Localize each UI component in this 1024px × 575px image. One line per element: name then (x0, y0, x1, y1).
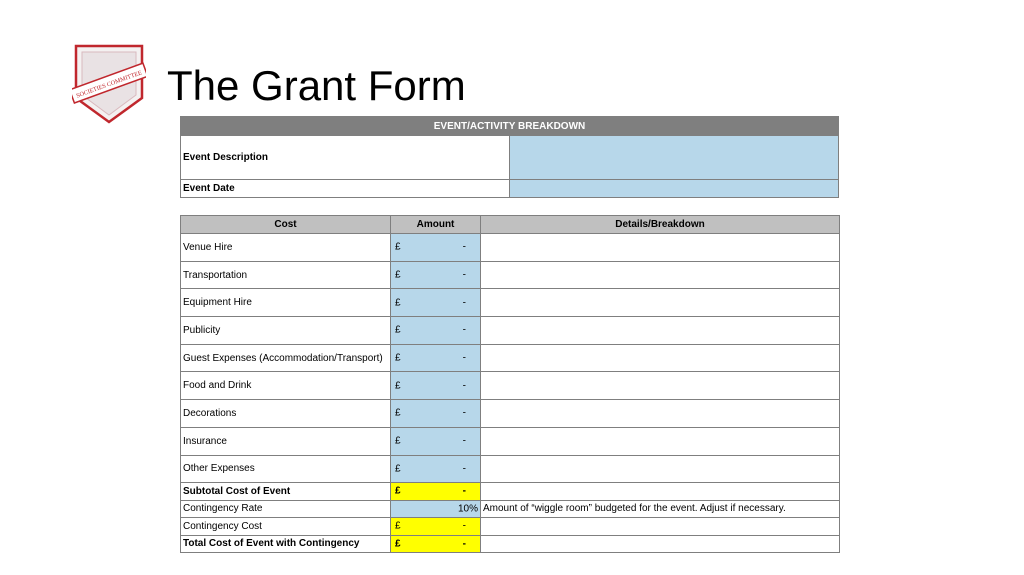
contingency-rate-note: Amount of “wiggle room” budgeted for the… (480, 499, 840, 519)
table-row: Insurance £ - (180, 426, 840, 456)
cost-label: Decorations (180, 399, 391, 428)
currency-symbol: £ (395, 407, 401, 419)
subtotal-amount: £ - (390, 482, 481, 501)
column-header-details: Details/Breakdown (480, 215, 840, 234)
amount-field[interactable]: £ - (390, 260, 481, 290)
details-field[interactable] (480, 343, 840, 373)
amount-field[interactable]: £ - (390, 454, 481, 484)
amount-value: - (462, 324, 466, 336)
amount-value: - (462, 380, 466, 392)
details-field[interactable] (480, 260, 840, 290)
total-label: Total Cost of Event with Contingency (180, 534, 391, 554)
event-description-label: Event Description (180, 135, 510, 180)
currency-symbol: £ (395, 520, 401, 532)
amount-value: - (462, 485, 466, 497)
currency-symbol: £ (395, 269, 401, 281)
amount-value: - (462, 269, 466, 281)
amount-field[interactable]: £ - (390, 316, 481, 345)
event-description-field[interactable] (509, 135, 839, 180)
amount-value: - (462, 435, 466, 447)
currency-symbol: £ (395, 435, 401, 447)
currency-symbol: £ (395, 352, 401, 364)
amount-value: - (462, 352, 466, 364)
event-table-header: EVENT/ACTIVITY BREAKDOWN (180, 116, 839, 136)
contingency-rate-field[interactable]: 10% (390, 499, 481, 519)
amount-field[interactable]: £ - (390, 288, 481, 318)
contingency-cost-label: Contingency Cost (180, 517, 391, 536)
cost-label: Transportation (180, 260, 391, 290)
contingency-rate-row: Contingency Rate 10% Amount of “wiggle r… (180, 499, 840, 519)
amount-field[interactable]: £ - (390, 343, 481, 373)
event-date-field[interactable] (509, 179, 839, 198)
cost-label: Venue Hire (180, 233, 391, 262)
details-field[interactable] (480, 233, 840, 262)
currency-symbol: £ (395, 538, 401, 550)
table-row: Food and Drink £ - (180, 371, 840, 401)
subtotal-label: Subtotal Cost of Event (180, 482, 391, 501)
table-row: Transportation £ - (180, 260, 840, 290)
amount-field[interactable]: £ - (390, 371, 481, 401)
details-field[interactable] (480, 371, 840, 401)
currency-symbol: £ (395, 297, 401, 309)
event-date-label: Event Date (180, 179, 510, 198)
cost-label: Other Expenses (180, 454, 391, 484)
currency-symbol: £ (395, 380, 401, 392)
subtotal-row: Subtotal Cost of Event £ - (180, 482, 840, 501)
details-field[interactable] (480, 426, 840, 456)
cost-label: Insurance (180, 426, 391, 456)
currency-symbol: £ (395, 324, 401, 336)
amount-value: - (462, 538, 466, 550)
amount-field[interactable]: £ - (390, 426, 481, 456)
cost-table: Cost Amount Details/Breakdown Venue Hire… (180, 215, 840, 554)
table-row: Venue Hire £ - (180, 233, 840, 262)
details-field (480, 482, 840, 501)
contingency-cost-amount: £ - (390, 517, 481, 536)
table-row: Equipment Hire £ - (180, 288, 840, 318)
contingency-rate-value: 10% (457, 503, 478, 515)
amount-value: - (462, 520, 466, 532)
amount-field[interactable]: £ - (390, 233, 481, 262)
column-header-amount: Amount (390, 215, 481, 234)
contingency-cost-row: Contingency Cost £ - (180, 517, 840, 536)
details-field[interactable] (480, 454, 840, 484)
cost-label: Guest Expenses (Accommodation/Transport) (180, 343, 391, 373)
currency-symbol: £ (395, 241, 401, 253)
table-row: Other Expenses £ - (180, 454, 840, 484)
cost-label: Equipment Hire (180, 288, 391, 318)
event-breakdown-table: EVENT/ACTIVITY BREAKDOWN Event Descripti… (180, 116, 839, 198)
currency-symbol: £ (395, 463, 401, 475)
contingency-rate-label: Contingency Rate (180, 499, 391, 519)
amount-value: - (462, 407, 466, 419)
details-field[interactable] (480, 316, 840, 345)
societies-committee-logo: SOCIETIES COMMITTEE (72, 44, 146, 124)
currency-symbol: £ (395, 485, 401, 497)
details-field (480, 517, 840, 536)
total-row: Total Cost of Event with Contingency £ - (180, 534, 840, 554)
table-row: Decorations £ - (180, 399, 840, 428)
amount-value: - (462, 241, 466, 253)
slide-title: The Grant Form (167, 62, 466, 109)
table-row: Publicity £ - (180, 316, 840, 345)
column-header-cost: Cost (180, 215, 391, 234)
amount-value: - (462, 463, 466, 475)
details-field[interactable] (480, 399, 840, 428)
table-row: Guest Expenses (Accommodation/Transport)… (180, 343, 840, 373)
details-field[interactable] (480, 288, 840, 318)
cost-label: Publicity (180, 316, 391, 345)
amount-value: - (462, 297, 466, 309)
cost-label: Food and Drink (180, 371, 391, 401)
details-field (480, 534, 840, 554)
total-amount: £ - (390, 534, 481, 554)
amount-field[interactable]: £ - (390, 399, 481, 428)
